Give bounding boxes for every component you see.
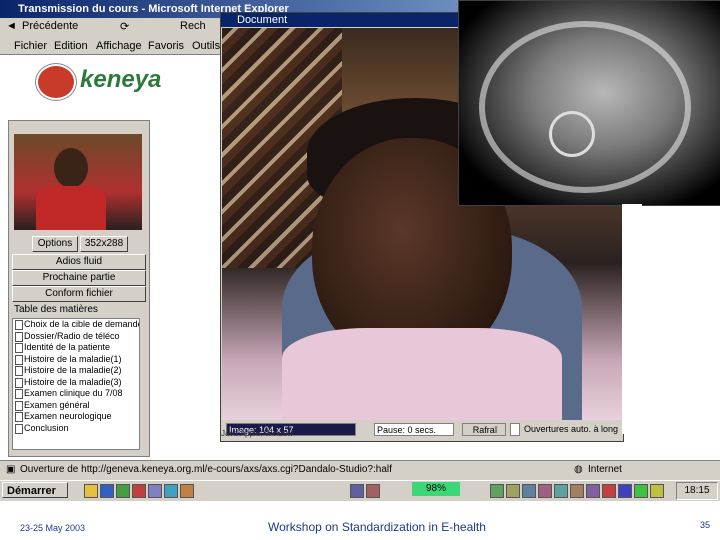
- toc-item[interactable]: Dossier/Radio de téléco: [13, 331, 139, 343]
- quicklaunch-icon[interactable]: [148, 484, 162, 498]
- logo-text: keneya: [80, 66, 162, 93]
- pause-select[interactable]: Pause: 0 secs.: [374, 423, 454, 436]
- toc-item[interactable]: Examen général: [13, 400, 139, 412]
- globe-icon: ◍: [574, 464, 583, 475]
- page-margin: [622, 204, 642, 434]
- slide-date: 23-25 May 2003: [20, 523, 86, 533]
- zoom-indicator: 98%: [412, 482, 460, 496]
- toc-item[interactable]: Identité de la patiente: [13, 342, 139, 354]
- tray-icon[interactable]: [634, 484, 648, 498]
- auto-open-checkbox[interactable]: [510, 423, 520, 436]
- back-button[interactable]: Précédente: [22, 20, 78, 32]
- tray-icon[interactable]: [490, 484, 504, 498]
- tray-icon[interactable]: [586, 484, 600, 498]
- toc-item[interactable]: Histoire de la maladie(1): [13, 354, 139, 366]
- skull-xray-image: [458, 0, 720, 206]
- taskbar-clock[interactable]: 18:15: [676, 482, 718, 500]
- panel-button-2[interactable]: Prochaine partie: [12, 270, 146, 286]
- presenter-video: [14, 134, 142, 230]
- start-button[interactable]: Démarrer: [2, 482, 68, 498]
- tray-icon[interactable]: [506, 484, 520, 498]
- menu-edit[interactable]: Edition: [54, 40, 88, 52]
- panel-button-3[interactable]: Conform fichier: [12, 286, 146, 302]
- toc-label: Table des matières: [14, 304, 98, 315]
- tray-icon[interactable]: [602, 484, 616, 498]
- quicklaunch-icon[interactable]: [116, 484, 130, 498]
- toc-list[interactable]: Choix de la cible de demande Dossier/Rad…: [12, 318, 140, 450]
- refresh-button[interactable]: Rafraî: [462, 423, 506, 436]
- toc-item[interactable]: Examen clinique du 7/08: [13, 388, 139, 400]
- tray-icon[interactable]: [522, 484, 536, 498]
- tray-icon[interactable]: [538, 484, 552, 498]
- quicklaunch-icon[interactable]: [180, 484, 194, 498]
- refresh-icon[interactable]: ⟳: [120, 20, 129, 33]
- status-text: Ouverture de http://geneva.keneya.org.ml…: [20, 464, 392, 475]
- slide-page-number: 35: [700, 520, 711, 530]
- menu-favorites[interactable]: Favoris: [148, 40, 184, 52]
- ie-page-icon: ▣: [6, 464, 16, 475]
- applet-status: Java Applet Window: [221, 429, 294, 438]
- quicklaunch-icon[interactable]: [100, 484, 114, 498]
- auto-open-label: Ouvertures auto. à long: [522, 423, 618, 436]
- tray-icon[interactable]: [554, 484, 568, 498]
- browser-statusbar: ▣ Ouverture de http://geneva.keneya.org.…: [0, 460, 720, 479]
- panel-button-1[interactable]: Adios fluid: [12, 254, 146, 270]
- quicklaunch-icon[interactable]: [164, 484, 178, 498]
- taskbar-app-icon[interactable]: [350, 484, 364, 498]
- toc-item[interactable]: Histoire de la maladie(3): [13, 377, 139, 389]
- document-title: Document: [237, 14, 288, 26]
- search-button[interactable]: Rech: [180, 20, 206, 32]
- video-size-select[interactable]: 352x288: [80, 236, 128, 252]
- menu-tools[interactable]: Outils: [192, 40, 220, 52]
- tray-icon[interactable]: [570, 484, 584, 498]
- toc-item[interactable]: Histoire de la maladie(2): [13, 365, 139, 377]
- back-arrow-icon[interactable]: ◄: [6, 20, 17, 32]
- tray-icon[interactable]: [618, 484, 632, 498]
- taskbar-app-icon[interactable]: [366, 484, 380, 498]
- toc-item[interactable]: Choix de la cible de demande: [13, 319, 139, 331]
- quicklaunch-icon[interactable]: [132, 484, 146, 498]
- tray-icon[interactable]: [650, 484, 664, 498]
- status-zone: Internet: [588, 464, 622, 475]
- menu-file[interactable]: Fichier: [14, 40, 47, 52]
- keneya-logo: keneya: [36, 60, 161, 102]
- menu-view[interactable]: Affichage: [96, 40, 142, 52]
- options-button[interactable]: Options: [32, 236, 78, 252]
- slide-footer-title: Workshop on Standardization in E-health: [268, 520, 486, 534]
- toc-item[interactable]: Examen neurologique: [13, 411, 139, 423]
- toc-item[interactable]: Conclusion: [13, 423, 139, 435]
- quicklaunch-icon[interactable]: [84, 484, 98, 498]
